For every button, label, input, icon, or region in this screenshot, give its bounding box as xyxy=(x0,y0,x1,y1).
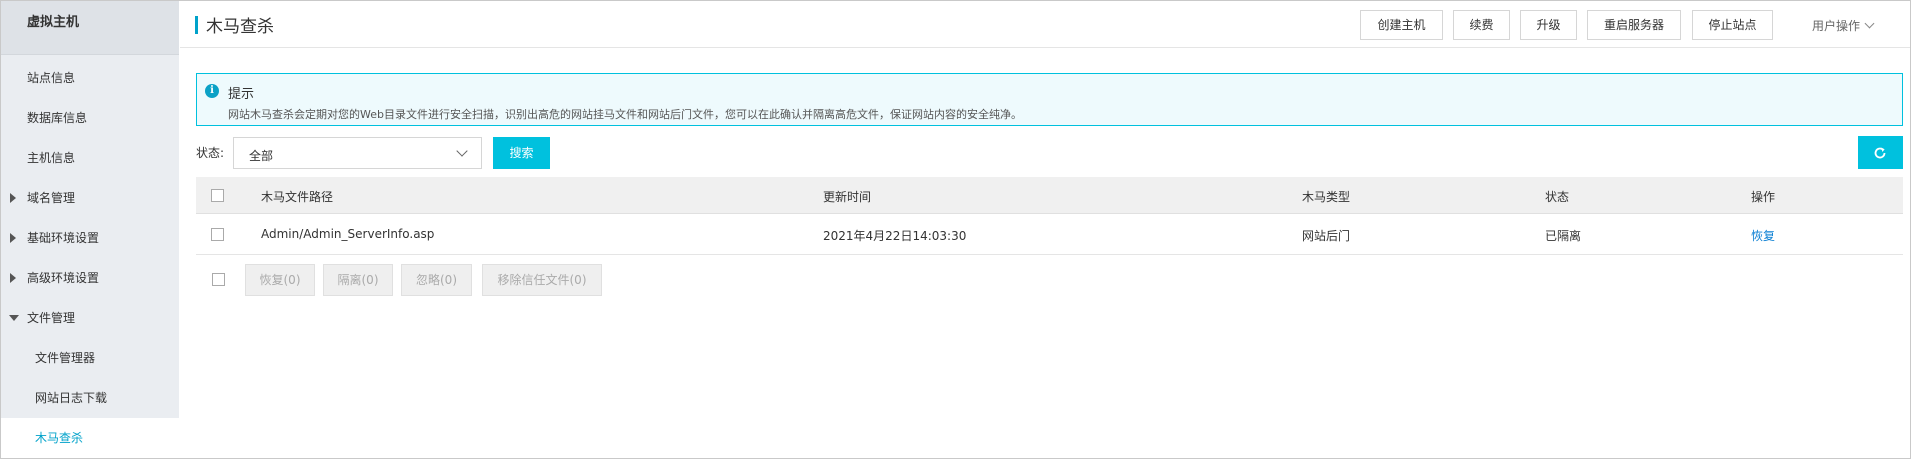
column-header-status: 状态 xyxy=(1545,190,1570,204)
sidebar-item-label: 木马查杀 xyxy=(35,431,84,445)
sidebar-item-log-download[interactable]: 网站日志下载 xyxy=(1,378,179,418)
caret-down-icon xyxy=(9,315,19,321)
sidebar-item-label: 域名管理 xyxy=(27,191,76,205)
table-row: Admin/Admin_ServerInfo.asp 2021年4月22日14:… xyxy=(196,214,1903,255)
create-host-button[interactable]: 创建主机 xyxy=(1360,10,1443,40)
caret-right-icon xyxy=(10,193,16,203)
table-header: 木马文件路径 更新时间 木马类型 状态 操作 xyxy=(196,177,1903,214)
row-restore-link[interactable]: 恢复 xyxy=(1751,227,1775,244)
page-header: 木马查杀 创建主机 续费 升级 重启服务器 停止站点 用户操作 xyxy=(180,1,1910,48)
sidebar-title: 虚拟主机 xyxy=(1,1,179,55)
row-type: 网站后门 xyxy=(1302,229,1351,243)
refresh-button[interactable] xyxy=(1858,136,1903,169)
column-header-path: 木马文件路径 xyxy=(261,190,334,204)
caret-right-icon xyxy=(10,273,16,283)
sidebar-item-file-manager[interactable]: 文件管理器 xyxy=(1,338,179,378)
column-header-time: 更新时间 xyxy=(823,190,872,204)
batch-select-checkbox[interactable] xyxy=(212,273,225,286)
status-select[interactable]: 全部 xyxy=(233,137,482,169)
batch-isolate-button[interactable]: 隔离(0) xyxy=(323,264,393,296)
row-checkbox[interactable] xyxy=(211,228,224,241)
status-filter-label: 状态: xyxy=(196,146,225,160)
caret-right-icon xyxy=(10,233,16,243)
batch-ignore-button[interactable]: 忽略(0) xyxy=(401,264,472,296)
sidebar-item-label: 文件管理 xyxy=(27,311,76,325)
column-header-action: 操作 xyxy=(1751,190,1776,204)
user-ops-dropdown[interactable]: 用户操作 xyxy=(1812,17,1875,34)
stop-site-button[interactable]: 停止站点 xyxy=(1692,10,1773,40)
sidebar-item-trojan-scan[interactable]: 木马查杀 xyxy=(1,418,179,458)
sidebar-item-label: 主机信息 xyxy=(27,151,76,165)
sidebar-item-label: 网站日志下载 xyxy=(35,391,108,405)
sidebar-item-label: 数据库信息 xyxy=(27,111,88,125)
batch-restore-button[interactable]: 恢复(0) xyxy=(245,264,315,296)
sidebar-item-basic-env[interactable]: 基础环境设置 xyxy=(1,218,179,258)
tip-text: 网站木马查杀会定期对您的Web目录文件进行安全扫描，识别出高危的网站挂马文件和网… xyxy=(228,108,1022,121)
refresh-icon xyxy=(1874,147,1886,159)
select-all-checkbox[interactable] xyxy=(211,189,224,202)
sidebar-item-database-info[interactable]: 数据库信息 xyxy=(1,98,179,138)
renew-button[interactable]: 续费 xyxy=(1453,10,1510,40)
page-title: 木马查杀 xyxy=(206,17,274,37)
info-icon: i xyxy=(205,84,219,98)
chevron-down-icon xyxy=(456,145,468,157)
user-ops-label: 用户操作 xyxy=(1812,19,1861,33)
sidebar: 虚拟主机 站点信息 数据库信息 主机信息 域名管理 基础环境设置 高级环境设置 … xyxy=(1,1,179,458)
sidebar-item-label: 文件管理器 xyxy=(35,351,96,365)
tip-title: 提示 xyxy=(228,87,255,102)
tip-box: i 提示 网站木马查杀会定期对您的Web目录文件进行安全扫描，识别出高危的网站挂… xyxy=(196,73,1903,126)
batch-remove-trusted-button[interactable]: 移除信任文件(0) xyxy=(482,264,602,296)
row-status: 已隔离 xyxy=(1545,229,1582,243)
title-accent-bar xyxy=(195,16,198,34)
sidebar-item-label: 站点信息 xyxy=(27,71,76,85)
sidebar-item-label: 基础环境设置 xyxy=(27,231,100,245)
column-header-type: 木马类型 xyxy=(1302,190,1351,204)
sidebar-item-label: 高级环境设置 xyxy=(27,271,100,285)
upgrade-button[interactable]: 升级 xyxy=(1520,10,1577,40)
sidebar-item-domain-management[interactable]: 域名管理 xyxy=(1,178,179,218)
row-path: Admin/Admin_ServerInfo.asp xyxy=(261,227,435,241)
status-select-value: 全部 xyxy=(249,149,274,163)
chevron-down-icon xyxy=(1864,18,1875,29)
search-button[interactable]: 搜索 xyxy=(493,137,550,169)
sidebar-item-site-info[interactable]: 站点信息 xyxy=(1,58,179,98)
row-time: 2021年4月22日14:03:30 xyxy=(823,229,967,243)
restart-server-button[interactable]: 重启服务器 xyxy=(1587,10,1681,40)
sidebar-item-file-management[interactable]: 文件管理 xyxy=(1,298,179,338)
sidebar-item-host-info[interactable]: 主机信息 xyxy=(1,138,179,178)
sidebar-item-advanced-env[interactable]: 高级环境设置 xyxy=(1,258,179,298)
